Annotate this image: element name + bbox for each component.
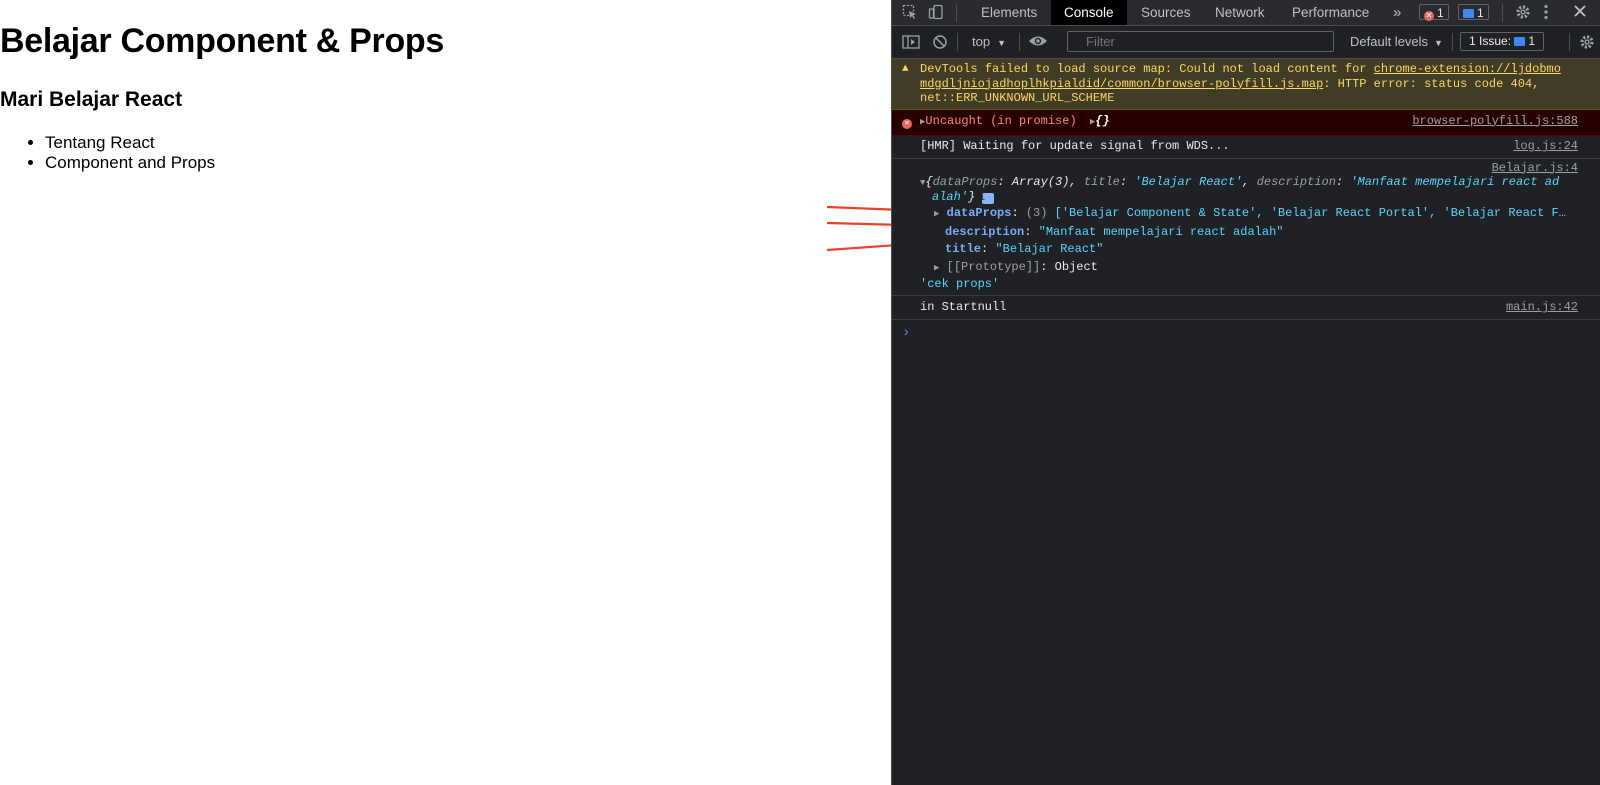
prompt-chevron-icon: ›: [902, 324, 911, 341]
tab-performance[interactable]: Performance: [1292, 0, 1369, 25]
topic-list: Tentang React Component and Props: [0, 133, 215, 173]
object-log-message: Belajar.js:4 ▼{dataProps: Array(3), titl…: [892, 159, 1600, 297]
caret-down-icon: ▼: [1434, 38, 1443, 48]
divider: [1502, 4, 1503, 22]
source-link[interactable]: log.js:24: [1513, 139, 1578, 154]
page-title: Belajar Component & Props: [0, 22, 445, 60]
divider: [957, 33, 958, 51]
context-select[interactable]: top ▼: [972, 34, 1006, 49]
filter-input[interactable]: [1067, 31, 1334, 52]
list-item: Tentang React: [45, 133, 215, 153]
warning-icon: ▲: [902, 63, 909, 75]
tab-sources[interactable]: Sources: [1141, 0, 1191, 25]
log-message: [HMR] Waiting for update signal from WDS…: [892, 136, 1600, 159]
tab-elements[interactable]: Elements: [981, 0, 1037, 25]
page-subtitle: Mari Belajar React: [0, 88, 183, 111]
message-icon: [1463, 9, 1474, 18]
tab-console[interactable]: Console: [1051, 0, 1127, 25]
message-icon: [1514, 37, 1526, 46]
device-toolbar-icon[interactable]: [928, 4, 944, 23]
object-property-row[interactable]: title: "Belajar React": [920, 242, 1578, 256]
sidebar-toggle-icon[interactable]: [902, 34, 920, 53]
app-page: Belajar Component & Props Mari Belajar R…: [0, 0, 924, 785]
source-map-link[interactable]: mdgdljniojadhoplhkpialdid/common/browser…: [920, 77, 1323, 91]
object-property-row[interactable]: description: "Manfaat mempelajari react …: [920, 225, 1578, 239]
console-prompt[interactable]: ›: [892, 325, 1600, 341]
console-settings-gear-icon[interactable]: [1578, 33, 1596, 54]
caret-down-icon: ▼: [997, 38, 1006, 48]
error-icon: ✕: [1424, 11, 1434, 21]
inspect-element-icon[interactable]: [902, 4, 918, 23]
object-property-row[interactable]: ▶ [[Prototype]]: Object: [920, 260, 1578, 275]
divider: [1452, 33, 1453, 51]
object-property-row[interactable]: ▶ dataProps: (3) ['Belajar Component & S…: [920, 206, 1578, 221]
warning-message: ▲ DevTools failed to load source map: Co…: [892, 59, 1600, 110]
divider: [1019, 33, 1020, 51]
message-count-badge[interactable]: 1: [1458, 4, 1489, 20]
clear-console-icon[interactable]: [932, 34, 948, 53]
expand-triangle-icon[interactable]: ▶: [934, 263, 939, 273]
console-toolbar: top▼ Default levels▼ 1 Issue: 1: [892, 26, 1600, 59]
list-item: Component and Props: [45, 153, 215, 173]
error-icon: ✕: [902, 114, 915, 129]
devtools-panel: Elements Console Sources Network Perform…: [891, 0, 1600, 785]
more-tabs-icon[interactable]: »: [1393, 0, 1401, 25]
close-icon[interactable]: [1573, 4, 1587, 21]
issues-button[interactable]: 1 Issue: 1: [1460, 32, 1545, 51]
source-link[interactable]: browser-polyfill.js:588: [1412, 114, 1578, 129]
settings-gear-icon[interactable]: [1514, 3, 1532, 24]
console-log: ▲ DevTools failed to load source map: Co…: [892, 59, 1600, 341]
log-levels-select[interactable]: Default levels ▼: [1350, 34, 1443, 49]
error-count-badge[interactable]: ✕ 1: [1419, 4, 1449, 21]
eye-icon[interactable]: [1028, 33, 1048, 52]
log-message: in Startnull main.js:42: [892, 296, 1600, 320]
kebab-menu-icon[interactable]: [1543, 3, 1549, 24]
object-preview[interactable]: ▼{dataProps: Array(3), title: 'Belajar R…: [920, 175, 1578, 205]
source-link[interactable]: Belajar.js:4: [1492, 161, 1578, 175]
expand-triangle-icon[interactable]: ▶: [934, 209, 939, 219]
tab-network[interactable]: Network: [1215, 0, 1265, 25]
divider: [1569, 33, 1570, 51]
source-link[interactable]: main.js:42: [1506, 300, 1578, 315]
divider: [956, 4, 957, 22]
devtools-tabbar: Elements Console Sources Network Perform…: [892, 0, 1600, 26]
source-map-link[interactable]: chrome-extension://ljdobmo: [1374, 62, 1561, 76]
error-message[interactable]: ✕ ▶Uncaught (in promise) ▶{} browser-pol…: [892, 109, 1600, 136]
info-icon[interactable]: i: [980, 192, 995, 204]
